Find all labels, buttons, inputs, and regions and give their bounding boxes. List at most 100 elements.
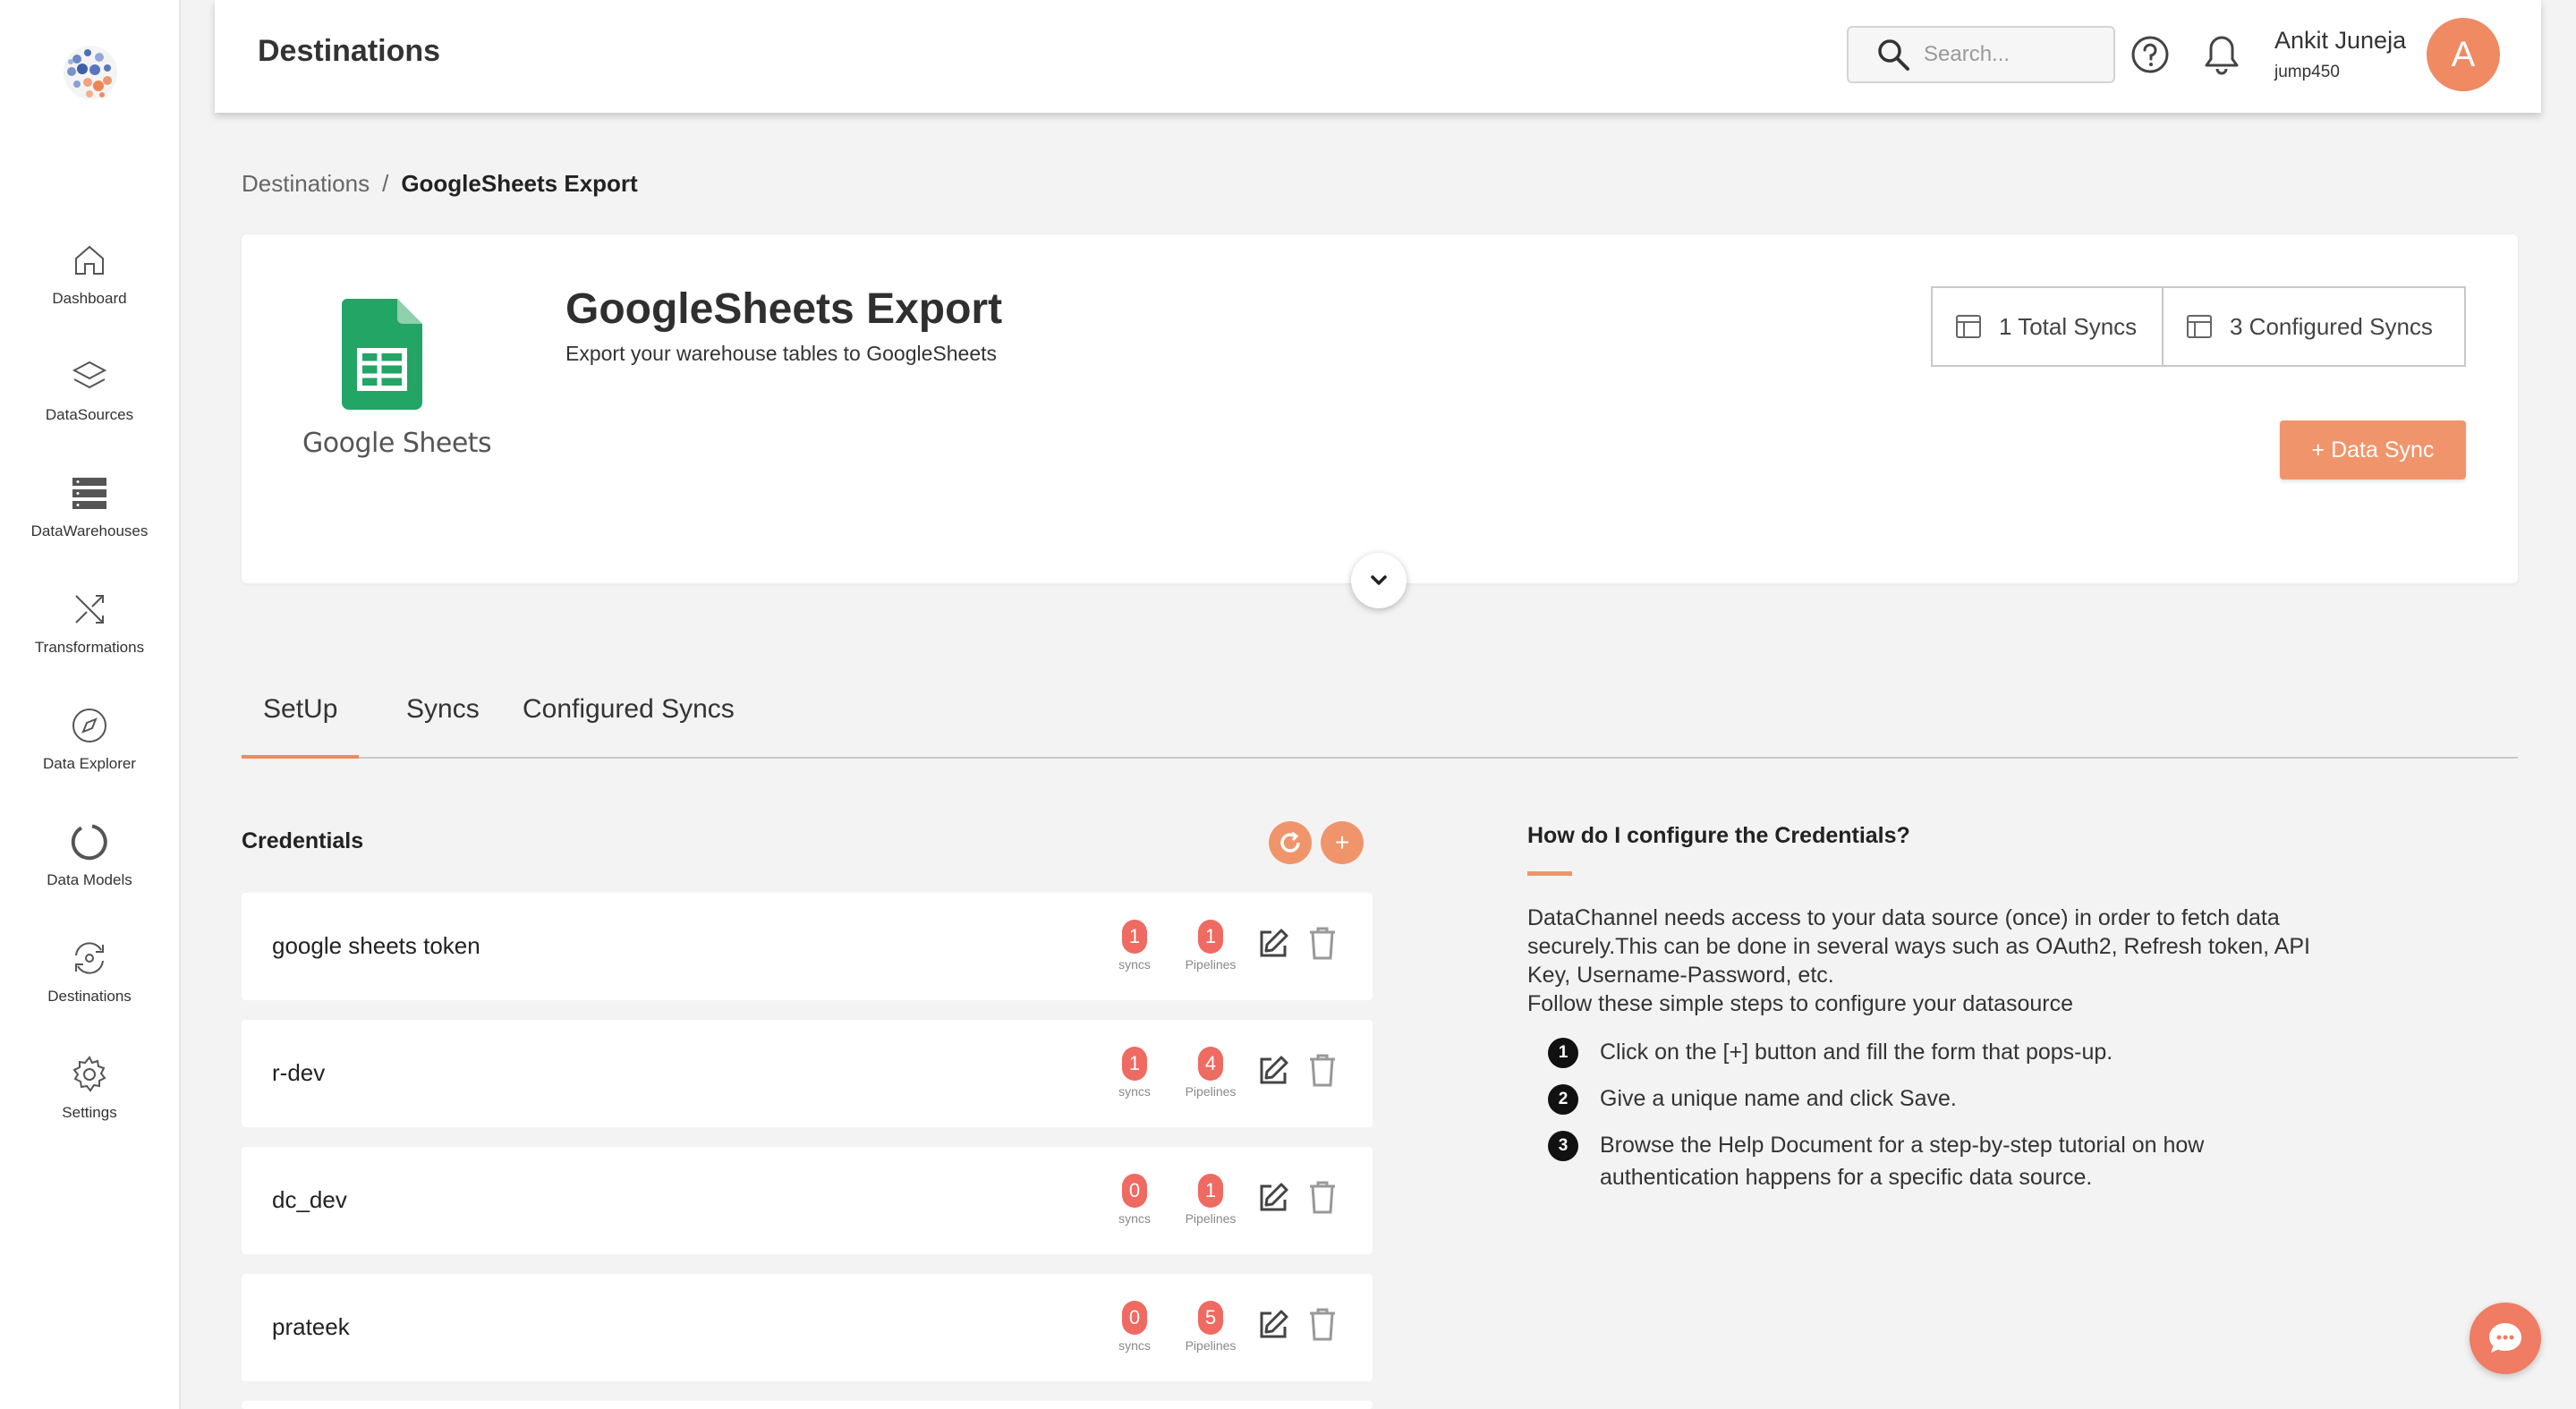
- help-line: securely.This can be done in several way…: [1527, 934, 2310, 959]
- credential-row[interactable]: dc_dev 0 syncs 1 Pipelines: [242, 1147, 1373, 1254]
- help-line: DataChannel needs access to your data so…: [1527, 905, 2280, 930]
- help-icon[interactable]: [2130, 34, 2171, 75]
- google-sheets-icon: [342, 299, 422, 410]
- chat-support-button[interactable]: [2470, 1303, 2541, 1374]
- sidebar-item-label: Data Models: [47, 871, 132, 888]
- sidebar-item-destinations[interactable]: Destinations: [0, 938, 179, 1036]
- table-icon: [2187, 315, 2212, 338]
- trash-icon[interactable]: [1306, 1306, 1339, 1342]
- pipelines-counter: 1 Pipelines: [1170, 1174, 1251, 1226]
- shuffle-icon: [75, 595, 104, 624]
- breadcrumb-parent[interactable]: Destinations: [242, 170, 370, 197]
- total-syncs-stat[interactable]: 1 Total Syncs: [1931, 286, 2164, 367]
- credentials-title: Credentials: [242, 828, 364, 853]
- help-description: DataChannel needs access to your data so…: [1527, 904, 2386, 1018]
- syncs-caption: syncs: [1118, 1338, 1151, 1353]
- pipelines-count-badge: 5: [1198, 1301, 1223, 1335]
- gear-icon: [72, 1056, 106, 1092]
- syncs-caption: syncs: [1118, 957, 1151, 972]
- syncs-count-badge: 1: [1122, 1047, 1147, 1081]
- page-title: Destinations: [258, 34, 441, 68]
- configured-syncs-stat[interactable]: 3 Configured Syncs: [2162, 286, 2466, 367]
- sidebar-item-label: Data Explorer: [43, 755, 136, 772]
- credential-name: prateek: [272, 1313, 350, 1340]
- trash-icon[interactable]: [1306, 1179, 1339, 1215]
- sidebar-item-data-models[interactable]: Data Models: [0, 821, 179, 920]
- user-handle: jump450: [2274, 63, 2340, 81]
- chevron-down-icon: [1371, 575, 1387, 585]
- bell-icon[interactable]: [2201, 32, 2242, 77]
- sidebar-item-label: DataSources: [45, 406, 134, 423]
- refresh-icon: [1280, 831, 1300, 853]
- credential-row[interactable]: r-dev 1 syncs 4 Pipelines: [242, 1020, 1373, 1127]
- sidebar-item-label: Destinations: [47, 988, 132, 1005]
- syncs-counter: 1 syncs: [1108, 920, 1161, 972]
- total-syncs-label: 1 Total Syncs: [1999, 312, 2138, 340]
- breadcrumb: Destinations / GoogleSheets Export: [242, 170, 638, 198]
- tab-syncs[interactable]: Syncs: [385, 694, 501, 759]
- syncs-count-badge: 0: [1122, 1301, 1147, 1335]
- circle-notch-icon: [71, 824, 107, 861]
- pipelines-caption: Pipelines: [1185, 1211, 1237, 1226]
- pipelines-caption: Pipelines: [1185, 957, 1237, 972]
- sidebar-item-datawarehouses[interactable]: DataWarehouses: [0, 472, 179, 571]
- sidebar-item-label: Settings: [62, 1104, 117, 1121]
- table-icon: [1956, 315, 1981, 338]
- sidebar-item-data-explorer[interactable]: Data Explorer: [0, 705, 179, 803]
- edit-icon[interactable]: [1256, 1181, 1290, 1215]
- trash-icon[interactable]: [1306, 925, 1339, 961]
- credential-name: google sheets token: [272, 932, 480, 959]
- help-title-underline: [1527, 871, 1572, 876]
- edit-icon[interactable]: [1256, 927, 1290, 961]
- syncs-caption: syncs: [1118, 1084, 1151, 1099]
- pipelines-count-badge: 1: [1198, 1174, 1223, 1208]
- user-name: Ankit Juneja: [2274, 27, 2407, 54]
- syncs-caption: syncs: [1118, 1211, 1151, 1226]
- edit-icon[interactable]: [1256, 1054, 1290, 1088]
- step-text: Click on the [+] button and fill the for…: [1600, 1040, 2113, 1065]
- sidebar-item-settings[interactable]: Settings: [0, 1054, 179, 1152]
- expand-card-button[interactable]: [1351, 553, 1407, 608]
- sidebar-item-label: Transformations: [34, 639, 145, 656]
- add-credential-button[interactable]: +: [1321, 821, 1364, 864]
- google-sheets-logo-text: Google Sheets: [302, 428, 492, 459]
- credential-row[interactable]: prateek 0 syncs 5 Pipelines: [242, 1274, 1373, 1381]
- search-box[interactable]: [1847, 26, 2115, 83]
- breadcrumb-current: GoogleSheets Export: [401, 170, 638, 197]
- credential-row[interactable]: [242, 1401, 1373, 1409]
- syncs-count-badge: 0: [1122, 1174, 1147, 1208]
- sidebar-item-dashboard[interactable]: Dashboard: [0, 240, 179, 338]
- syncs-counter: 0 syncs: [1108, 1174, 1161, 1226]
- tab-configured-syncs[interactable]: Configured Syncs: [501, 694, 756, 759]
- sidebar-item-label: Dashboard: [52, 290, 127, 307]
- app-logo[interactable]: [57, 39, 123, 106]
- add-data-sync-button[interactable]: + Data Sync: [2280, 420, 2466, 480]
- sidebar-item-transformations[interactable]: Transformations: [0, 589, 179, 687]
- refresh-credentials-button[interactable]: [1269, 821, 1312, 864]
- top-header: Destinations Ankit Juneja jump450 A: [215, 0, 2541, 113]
- layers-icon: [72, 361, 107, 389]
- credential-row[interactable]: google sheets token 1 syncs 1 Pipelines: [242, 893, 1373, 1000]
- breadcrumb-separator: /: [382, 170, 389, 197]
- syncs-counter: 0 syncs: [1108, 1301, 1161, 1353]
- step-text: Browse the Help Document for a step-by-s…: [1600, 1133, 2205, 1190]
- step-text: Give a unique name and click Save.: [1600, 1086, 1957, 1111]
- search-icon: [1878, 39, 1909, 71]
- avatar[interactable]: A: [2427, 18, 2500, 91]
- edit-icon[interactable]: [1256, 1308, 1290, 1342]
- tab-setup[interactable]: SetUp: [242, 694, 360, 759]
- step-number: 3: [1548, 1131, 1578, 1161]
- search-input[interactable]: [1924, 42, 2103, 67]
- trash-icon[interactable]: [1306, 1052, 1339, 1088]
- step-number: 1: [1548, 1038, 1578, 1068]
- credential-name: dc_dev: [272, 1186, 347, 1213]
- home-icon: [75, 245, 104, 275]
- sync-icon: [75, 942, 104, 974]
- destination-subtitle: Export your warehouse tables to GoogleSh…: [565, 342, 998, 365]
- pipelines-caption: Pipelines: [1185, 1084, 1237, 1099]
- pipelines-counter: 1 Pipelines: [1170, 920, 1251, 972]
- help-title: How do I configure the Credentials?: [1527, 823, 1910, 848]
- tab-bar: SetUp Syncs Configured Syncs: [242, 694, 2518, 759]
- help-line: Follow these simple steps to configure y…: [1527, 991, 2074, 1016]
- sidebar-item-datasources[interactable]: DataSources: [0, 356, 179, 454]
